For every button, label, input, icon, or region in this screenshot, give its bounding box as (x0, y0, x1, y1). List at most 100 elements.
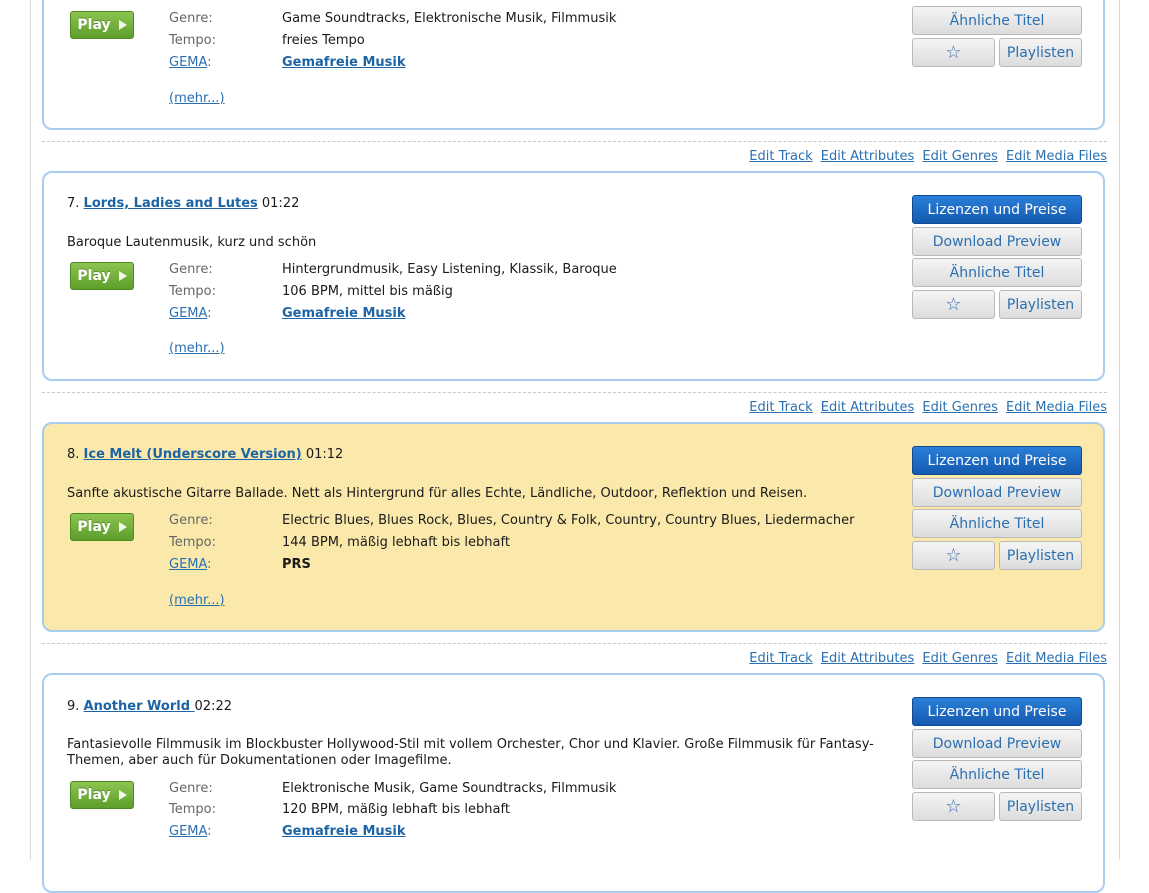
playlists-button[interactable]: Playlisten (999, 38, 1082, 67)
play-label: Play (77, 17, 111, 33)
gema-value-link[interactable]: Gemafreie Musik (282, 55, 406, 70)
separator (42, 141, 1107, 142)
gema-colon: : (207, 55, 212, 70)
similar-titles-button[interactable]: Ähnliche Titel (912, 509, 1082, 538)
track-card-highlighted: 8. Ice Melt (Underscore Version) 01:12 S… (42, 422, 1105, 632)
playlists-button[interactable]: Playlisten (999, 290, 1082, 319)
separator (42, 392, 1107, 393)
download-preview-button[interactable]: Download Preview (912, 729, 1082, 758)
download-preview-button[interactable]: Download Preview (912, 227, 1082, 256)
play-button[interactable]: Play (70, 11, 134, 39)
play-icon (118, 271, 127, 281)
gema-label: GEMA: (169, 557, 212, 572)
gema-link[interactable]: GEMA (169, 306, 207, 321)
track-title-row: 9. Another World 02:22 (67, 699, 232, 714)
gema-value-link[interactable]: Gemafreie Musik (282, 824, 406, 839)
track-description: Baroque Lautenmusik, kurz und schön (67, 235, 317, 250)
licenses-prices-button[interactable]: Lizenzen und Preise (912, 195, 1082, 224)
track-title-link[interactable]: Lords, Ladies and Lutes (84, 196, 258, 211)
genre-label: Genre: (169, 513, 213, 528)
edit-media-files-link[interactable]: Edit Media Files (1006, 149, 1107, 164)
edit-track-link[interactable]: Edit Track (749, 149, 812, 164)
gema-value: Gemafreie Musik (282, 306, 406, 321)
track-title-link[interactable]: Another World (84, 699, 195, 714)
track-description: Fantasievolle Filmmusik im Blockbuster H… (67, 737, 874, 768)
edit-links: Edit Track Edit Attributes Edit Genres E… (507, 149, 1107, 164)
gema-value-link[interactable]: Gemafreie Musik (282, 306, 406, 321)
track-description: Sanfte akustische Gitarre Ballade. Nett … (67, 486, 808, 501)
star-button[interactable]: ☆ (912, 541, 995, 570)
similar-titles-button[interactable]: Ähnliche Titel (912, 760, 1082, 789)
more-link[interactable]: (mehr...) (169, 341, 225, 356)
edit-media-files-link[interactable]: Edit Media Files (1006, 400, 1107, 415)
tempo-value: 120 BPM, mäßig lebhaft bis lebhaft (282, 802, 510, 817)
track-number: 8. (67, 447, 80, 462)
track-duration: 01:22 (261, 196, 300, 211)
genre-value: Electric Blues, Blues Rock, Blues, Count… (282, 513, 855, 528)
track-card: 7. Lords, Ladies and Lutes 01:22 Baroque… (42, 171, 1105, 381)
edit-media-files-link[interactable]: Edit Media Files (1006, 651, 1107, 666)
star-button[interactable]: ☆ (912, 290, 995, 319)
more-link[interactable]: (mehr...) (169, 593, 225, 608)
edit-genres-link[interactable]: Edit Genres (922, 400, 997, 415)
track-duration: 02:22 (194, 699, 232, 714)
star-icon: ☆ (945, 545, 962, 566)
play-button[interactable]: Play (70, 781, 134, 809)
track-card: Play Genre: Game Soundtracks, Elektronis… (42, 0, 1105, 130)
play-icon (118, 20, 127, 30)
play-button[interactable]: Play (70, 262, 134, 290)
track-number: 9. (67, 699, 80, 714)
gema-link[interactable]: GEMA (169, 55, 207, 70)
gema-value: Gemafreie Musik (282, 55, 406, 70)
star-icon: ☆ (945, 796, 962, 817)
gema-link[interactable]: GEMA (169, 557, 207, 572)
genre-value: Hintergrundmusik, Easy Listening, Klassi… (282, 262, 617, 277)
edit-attributes-link[interactable]: Edit Attributes (821, 149, 914, 164)
gema-label: GEMA: (169, 306, 212, 321)
track-title-row: 7. Lords, Ladies and Lutes 01:22 (67, 196, 299, 211)
play-label: Play (77, 787, 111, 803)
licenses-prices-button[interactable]: Lizenzen und Preise (912, 446, 1082, 475)
tempo-value: 106 BPM, mittel bis mäßig (282, 284, 453, 299)
gema-colon: : (207, 306, 212, 321)
genre-value: Elektronische Musik, Game Soundtracks, F… (282, 781, 617, 796)
tempo-label: Tempo: (169, 802, 216, 817)
edit-links: Edit Track Edit Attributes Edit Genres E… (507, 651, 1107, 666)
track-title-row: 8. Ice Melt (Underscore Version) 01:12 (67, 447, 343, 462)
similar-titles-button[interactable]: Ähnliche Titel (912, 6, 1082, 35)
star-button[interactable]: ☆ (912, 792, 995, 821)
playlists-button[interactable]: Playlisten (999, 541, 1082, 570)
track-number: 7. (67, 196, 80, 211)
play-label: Play (77, 519, 111, 535)
edit-genres-link[interactable]: Edit Genres (922, 651, 997, 666)
gema-link[interactable]: GEMA (169, 824, 207, 839)
gema-colon: : (207, 824, 212, 839)
edit-genres-link[interactable]: Edit Genres (922, 149, 997, 164)
licenses-prices-button[interactable]: Lizenzen und Preise (912, 697, 1082, 726)
similar-titles-button[interactable]: Ähnliche Titel (912, 258, 1082, 287)
track-card: 9. Another World 02:22 Fantasievolle Fil… (42, 673, 1105, 893)
genre-value: Game Soundtracks, Elektronische Musik, F… (282, 11, 617, 26)
edit-attributes-link[interactable]: Edit Attributes (821, 651, 914, 666)
edit-track-link[interactable]: Edit Track (749, 400, 812, 415)
playlists-button[interactable]: Playlisten (999, 792, 1082, 821)
play-label: Play (77, 268, 111, 284)
track-duration: 01:12 (305, 447, 344, 462)
play-button[interactable]: Play (70, 513, 134, 541)
download-preview-button[interactable]: Download Preview (912, 478, 1082, 507)
star-button[interactable]: ☆ (912, 38, 995, 67)
star-icon: ☆ (945, 42, 962, 63)
tempo-value: 144 BPM, mäßig lebhaft bis lebhaft (282, 535, 510, 550)
gema-colon: : (207, 557, 212, 572)
track-title-link[interactable]: Ice Melt (Underscore Version) (84, 447, 302, 462)
tempo-label: Tempo: (169, 535, 216, 550)
play-icon (118, 522, 127, 532)
tempo-label: Tempo: (169, 33, 216, 48)
play-icon (118, 790, 127, 800)
more-link[interactable]: (mehr...) (169, 91, 225, 106)
edit-track-link[interactable]: Edit Track (749, 651, 812, 666)
genre-label: Genre: (169, 262, 213, 277)
gema-value: Gemafreie Musik (282, 824, 406, 839)
edit-attributes-link[interactable]: Edit Attributes (821, 400, 914, 415)
separator (42, 643, 1107, 644)
